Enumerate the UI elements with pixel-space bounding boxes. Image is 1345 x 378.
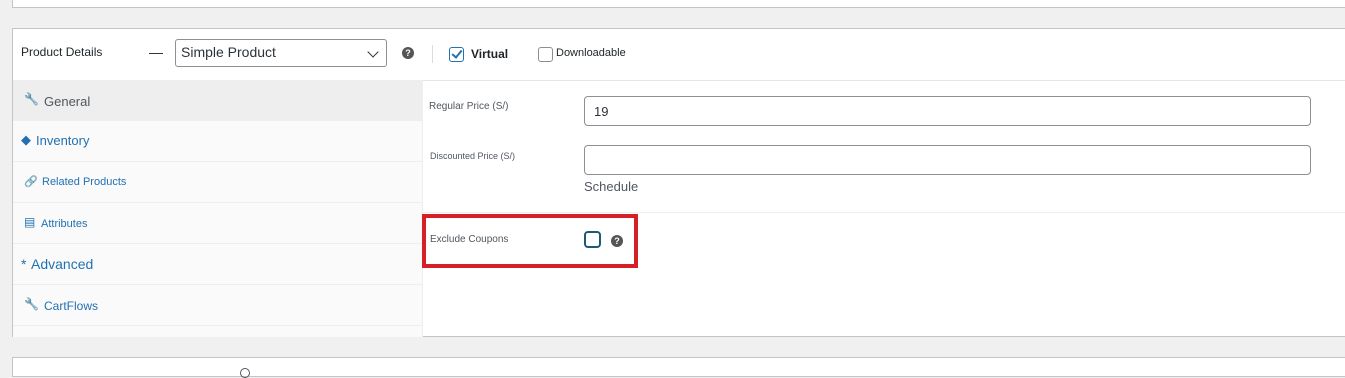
next-metabox: [12, 357, 1345, 378]
diamond-icon: ◆: [21, 132, 31, 147]
title-dash: —: [149, 44, 163, 60]
tab-label: Advanced: [31, 256, 94, 272]
attributes-icon: ▤: [24, 215, 36, 229]
regular-price-input[interactable]: 19: [584, 96, 1311, 126]
tab-label: General: [44, 94, 91, 109]
product-data-tabs: 🔧 General ◆ Inventory 🔗 Related Products…: [13, 80, 423, 337]
virtual-checkbox[interactable]: [449, 47, 464, 62]
exclude-coupons-label: Exclude Coupons: [430, 234, 509, 245]
product-data-metabox: Product Details — Simple Product ? Virtu…: [12, 28, 1345, 337]
product-type-select[interactable]: Simple Product: [175, 39, 387, 67]
wrench-icon: 🔧: [24, 297, 39, 311]
section-divider: [422, 212, 1345, 213]
tab-advanced[interactable]: * Advanced: [13, 244, 422, 285]
product-data-header: Product Details — Simple Product ? Virtu…: [13, 29, 1345, 81]
tab-label: Related Products: [42, 176, 127, 188]
help-icon[interactable]: ?: [611, 235, 623, 247]
tab-cartflows[interactable]: 🔧 CartFlows: [13, 285, 422, 326]
discounted-price-label: Discounted Price (S/): [430, 151, 516, 161]
product-details-title: Product Details: [21, 45, 103, 59]
tab-label: Inventory: [36, 133, 90, 148]
circle-icon: [240, 368, 250, 378]
chevron-down-icon: [367, 46, 379, 58]
link-icon: 🔗: [24, 176, 38, 188]
tab-label: CartFlows: [44, 299, 99, 313]
tab-attributes[interactable]: ▤ Attributes: [13, 203, 422, 244]
help-icon[interactable]: ?: [402, 47, 414, 59]
header-separator: [432, 45, 433, 63]
tab-inventory[interactable]: ◆ Inventory: [13, 121, 422, 162]
wrench-icon: 🔧: [24, 92, 39, 106]
downloadable-checkbox[interactable]: [538, 47, 553, 62]
schedule-link[interactable]: Schedule: [584, 179, 638, 194]
tab-label: Attributes: [41, 218, 88, 230]
asterisk-icon: *: [21, 256, 27, 272]
regular-price-label: Regular Price (S/): [429, 101, 509, 112]
tab-general[interactable]: 🔧 General: [13, 80, 422, 121]
product-type-value: Simple Product: [181, 44, 276, 60]
exclude-coupons-checkbox[interactable]: [584, 231, 601, 248]
tab-related-products[interactable]: 🔗 Related Products: [13, 162, 422, 203]
discounted-price-input[interactable]: [584, 145, 1311, 175]
virtual-label[interactable]: Virtual: [471, 47, 508, 61]
downloadable-label[interactable]: Downloadable: [556, 47, 626, 59]
previous-metabox: [12, 0, 1345, 8]
checkmark-icon: [451, 47, 463, 59]
